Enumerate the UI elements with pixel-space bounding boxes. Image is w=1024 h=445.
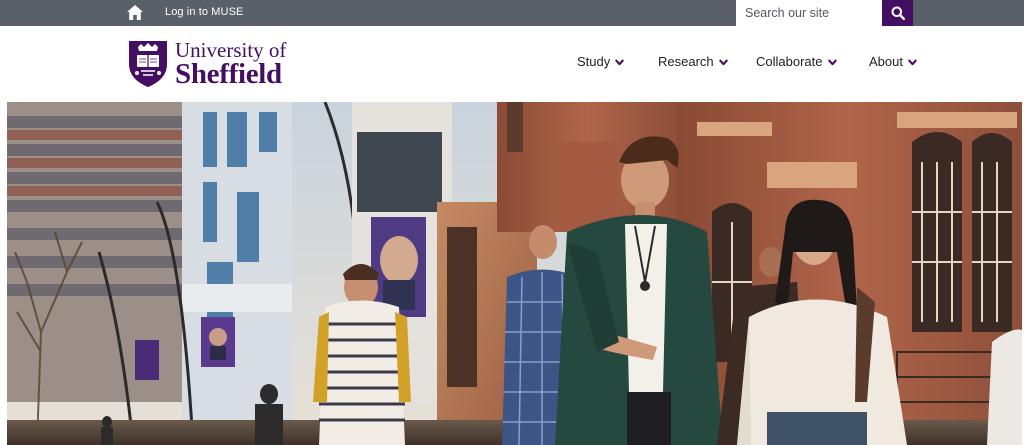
- chevron-down-icon: [615, 59, 624, 66]
- search-button[interactable]: [882, 0, 913, 26]
- logo-wordmark: University of Sheffield: [175, 38, 286, 89]
- chevron-down-icon: [827, 59, 837, 66]
- nav-collaborate[interactable]: Collaborate: [756, 54, 837, 69]
- search-icon: [891, 6, 905, 20]
- nav-research-label: Research: [658, 54, 714, 69]
- nav-about[interactable]: About: [869, 54, 917, 69]
- chevron-down-icon: [718, 59, 728, 66]
- home-icon[interactable]: [126, 4, 144, 21]
- utility-bar: Log in to MUSE: [0, 0, 1024, 26]
- university-logo[interactable]: University of Sheffield: [127, 38, 286, 89]
- hero-image: [7, 102, 1022, 445]
- nav-about-label: About: [869, 54, 903, 69]
- site-header: University of Sheffield Study Research C…: [0, 26, 1024, 102]
- nav-study-label: Study: [577, 54, 611, 69]
- nav-study[interactable]: Study: [577, 54, 624, 69]
- search-form: [736, 0, 913, 26]
- muse-login-link[interactable]: Log in to MUSE: [165, 6, 243, 18]
- university-crest-icon: [129, 41, 167, 87]
- nav-collaborate-label: Collaborate: [756, 54, 823, 69]
- search-input[interactable]: [736, 0, 882, 26]
- chevron-down-icon: [908, 59, 917, 66]
- nav-research[interactable]: Research: [658, 54, 728, 69]
- logo-line-2: Sheffield: [175, 58, 282, 90]
